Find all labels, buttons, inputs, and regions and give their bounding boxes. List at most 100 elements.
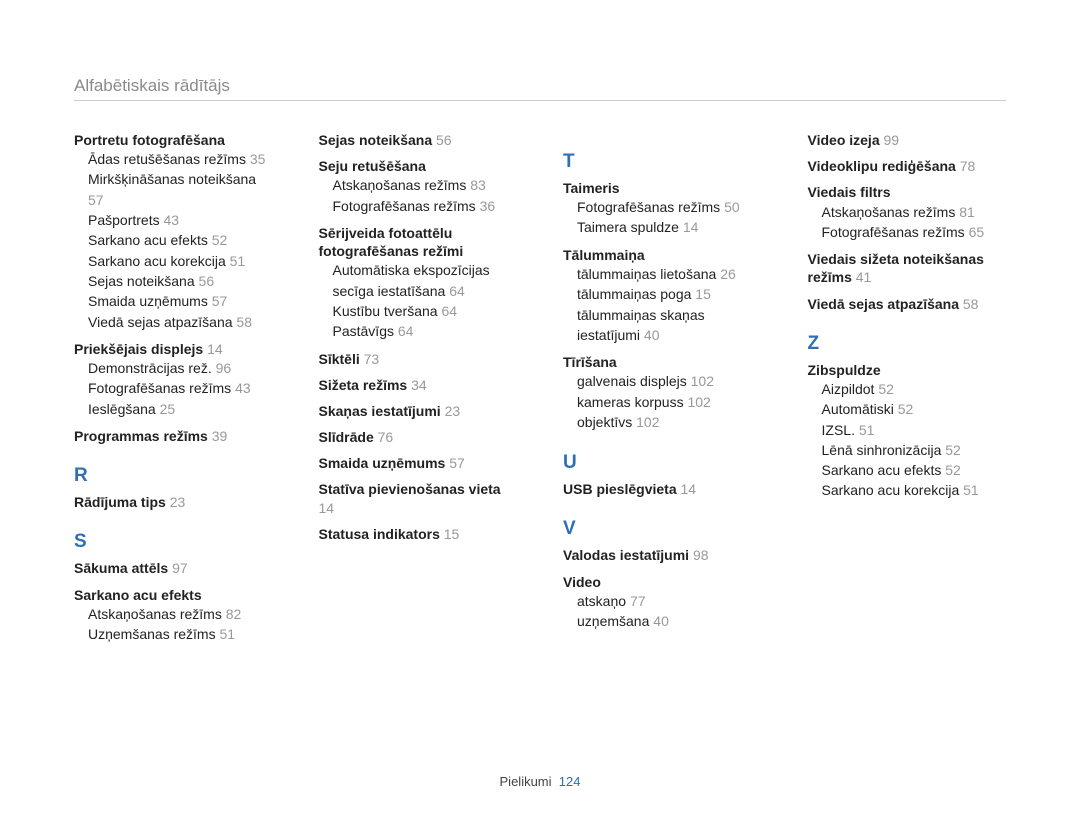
index-subentry-title: Atskaņošanas režīms bbox=[822, 204, 956, 220]
index-subentry[interactable]: Sarkano acu efekts 52 bbox=[74, 230, 273, 250]
index-subentry[interactable]: Atskaņošanas režīms 81 bbox=[808, 202, 1007, 222]
index-subentry-title: Sarkano acu korekcija bbox=[822, 482, 960, 498]
index-subentry[interactable]: Demonstrācijas rež. 96 bbox=[74, 358, 273, 378]
index-entry-head[interactable]: Smaida uzņēmums 57 bbox=[319, 454, 518, 472]
index-subentry-title: tālummaiņas skaņas iestatījumi bbox=[577, 307, 705, 343]
index-subentry-page: 83 bbox=[470, 177, 486, 193]
index-entry-head[interactable]: Valodas iestatījumi 98 bbox=[563, 546, 762, 564]
index-entry-page: 14 bbox=[319, 500, 335, 516]
index-entry-head[interactable]: Priekšējais displejs 14 bbox=[74, 340, 273, 358]
index-subentry-page: 43 bbox=[163, 212, 179, 228]
index-subentry[interactable]: tālummaiņas poga 15 bbox=[563, 284, 762, 304]
index-entry-head[interactable]: Sarkano acu efekts bbox=[74, 586, 273, 604]
index-entry-head[interactable]: Sejas noteikšana 56 bbox=[319, 131, 518, 149]
index-subentry[interactable]: objektīvs 102 bbox=[563, 412, 762, 432]
index-entry-head[interactable]: Rādījuma tips 23 bbox=[74, 493, 273, 511]
index-entry-head[interactable]: Sižeta režīms 34 bbox=[319, 376, 518, 394]
index-entry-head[interactable]: Video bbox=[563, 573, 762, 591]
index-entry-head[interactable]: Taimeris bbox=[563, 179, 762, 197]
index-subentry[interactable]: Taimera spuldze 14 bbox=[563, 217, 762, 237]
index-subentry-page: 36 bbox=[480, 198, 496, 214]
index-entry-head[interactable]: USB pieslēgvieta 14 bbox=[563, 480, 762, 498]
index-subentry[interactable]: Sarkano acu korekcija 51 bbox=[74, 251, 273, 271]
index-subentry[interactable]: Ādas retušēšanas režīms 35 bbox=[74, 149, 273, 169]
index-subentry-page: 64 bbox=[398, 323, 414, 339]
index-subentry[interactable]: Pašportrets 43 bbox=[74, 210, 273, 230]
section-letter: V bbox=[563, 518, 762, 540]
index-subentry[interactable]: Sarkano acu efekts 52 bbox=[808, 460, 1007, 480]
index-subentry[interactable]: tālummaiņas skaņas iestatījumi 40 bbox=[563, 305, 762, 346]
index-subentry-page: 50 bbox=[724, 199, 740, 215]
index-entry-head[interactable]: Video izeja 99 bbox=[808, 131, 1007, 149]
index-entry: Viedā sejas atpazīšana 58 bbox=[808, 295, 1007, 313]
index-subentry[interactable]: Fotografēšanas režīms 65 bbox=[808, 222, 1007, 242]
index-subentry-title: Fotografēšanas režīms bbox=[577, 199, 720, 215]
index-entry-title: Videoklipu rediģēšana bbox=[808, 158, 956, 174]
index-entry-head[interactable]: Viedā sejas atpazīšana 58 bbox=[808, 295, 1007, 313]
index-subentry[interactable]: kameras korpuss 102 bbox=[563, 392, 762, 412]
index-entry-head[interactable]: Sērijveida fotoattēlu fotografēšanas rež… bbox=[319, 224, 518, 260]
index-subentry[interactable]: Fotografēšanas režīms 36 bbox=[319, 196, 518, 216]
index-entry-head[interactable]: Statīva pievienošanas vieta 14 bbox=[319, 480, 518, 516]
index-subentry[interactable]: Aizpildot 52 bbox=[808, 379, 1007, 399]
index-entry-head[interactable]: Viedais sižeta noteikšanas režīms 41 bbox=[808, 250, 1007, 286]
index-entry-head[interactable]: Skaņas iestatījumi 23 bbox=[319, 402, 518, 420]
index-subentry-title: Uzņemšanas režīms bbox=[88, 626, 216, 642]
index-subentry[interactable]: galvenais displejs 102 bbox=[563, 371, 762, 391]
index-subentry-title: Automātiski bbox=[822, 401, 894, 417]
index-subentry[interactable]: tālummaiņas lietošana 26 bbox=[563, 264, 762, 284]
index-subentry[interactable]: Ieslēgšana 25 bbox=[74, 399, 273, 419]
index-subentry[interactable]: Automātiska ekspozīcijas secīga iestatīš… bbox=[319, 260, 518, 301]
index-subentry-title: Atskaņošanas režīms bbox=[333, 177, 467, 193]
index-entry-head[interactable]: Programmas režīms 39 bbox=[74, 427, 273, 445]
index-entry-head[interactable]: Viedais filtrs bbox=[808, 183, 1007, 201]
index-subentry[interactable]: Kustību tveršana 64 bbox=[319, 301, 518, 321]
footer-page: 124 bbox=[559, 774, 581, 789]
index-subentry-title: Ieslēgšana bbox=[88, 401, 156, 417]
index-entry-head[interactable]: Videoklipu rediģēšana 78 bbox=[808, 157, 1007, 175]
index-subentry[interactable]: Atskaņošanas režīms 83 bbox=[319, 175, 518, 195]
section-letter: T bbox=[563, 151, 762, 173]
index-entry: Portretu fotografēšanaĀdas retušēšanas r… bbox=[74, 131, 273, 332]
index-subentry-title: Ādas retušēšanas režīms bbox=[88, 151, 246, 167]
index-subentry-title: Fotografēšanas režīms bbox=[333, 198, 476, 214]
index-subentry-title: Kustību tveršana bbox=[333, 303, 438, 319]
index-subentry-page: 14 bbox=[683, 219, 699, 235]
index-subentry-page: 56 bbox=[199, 273, 215, 289]
index-entry-head[interactable]: Statusa indikators 15 bbox=[319, 525, 518, 543]
index-subentry[interactable]: Automātiski 52 bbox=[808, 399, 1007, 419]
index-subentry[interactable]: Uzņemšanas režīms 51 bbox=[74, 624, 273, 644]
index-entry-page: 57 bbox=[449, 455, 465, 471]
index-entry-head[interactable]: Sīktēli 73 bbox=[319, 350, 518, 368]
index-entry-head[interactable]: Zibspuldze bbox=[808, 361, 1007, 379]
index-subentry[interactable]: Smaida uzņēmums 57 bbox=[74, 291, 273, 311]
index-subentry[interactable]: Fotografēšanas režīms 43 bbox=[74, 378, 273, 398]
index-entry-head[interactable]: Slīdrāde 76 bbox=[319, 428, 518, 446]
index-subentry[interactable]: Sejas noteikšana 56 bbox=[74, 271, 273, 291]
index-entry-title: Tālummaiņa bbox=[563, 247, 645, 263]
index-subentry-page: 52 bbox=[898, 401, 914, 417]
index-subentry[interactable]: Sarkano acu korekcija 51 bbox=[808, 480, 1007, 500]
index-subentry[interactable]: Mirkšķināšanas noteikšana 57 bbox=[74, 169, 273, 210]
index-entry-head[interactable]: Tīrīšana bbox=[563, 353, 762, 371]
index-subentry[interactable]: Atskaņošanas režīms 82 bbox=[74, 604, 273, 624]
index-subentry[interactable]: Fotografēšanas režīms 50 bbox=[563, 197, 762, 217]
index-subentry-title: Pastāvīgs bbox=[333, 323, 394, 339]
index-subentry-title: Automātiska ekspozīcijas secīga iestatīš… bbox=[333, 262, 490, 298]
index-subentry[interactable]: Pastāvīgs 64 bbox=[319, 321, 518, 341]
index-subentry[interactable]: IZSL. 51 bbox=[808, 420, 1007, 440]
index-entry: Videoatskaņo 77uzņemšana 40 bbox=[563, 573, 762, 632]
index-subentry[interactable]: uzņemšana 40 bbox=[563, 611, 762, 631]
index-entry-head[interactable]: Sākuma attēls 97 bbox=[74, 559, 273, 577]
index-subentry[interactable]: Viedā sejas atpazīšana 58 bbox=[74, 312, 273, 332]
index-entry-head[interactable]: Tālummaiņa bbox=[563, 246, 762, 264]
index-entry-head[interactable]: Seju retušēšana bbox=[319, 157, 518, 175]
index-subentry[interactable]: Lēnā sinhronizācija 52 bbox=[808, 440, 1007, 460]
index-subentry-page: 64 bbox=[441, 303, 457, 319]
index-entry-head[interactable]: Portretu fotografēšana bbox=[74, 131, 273, 149]
index-entry: Sarkano acu efektsAtskaņošanas režīms 82… bbox=[74, 586, 273, 645]
index-subentry[interactable]: atskaņo 77 bbox=[563, 591, 762, 611]
index-column: Video izeja 99Videoklipu rediģēšana 78Vi… bbox=[808, 131, 1007, 652]
index-entry: Sērijveida fotoattēlu fotografēšanas rež… bbox=[319, 224, 518, 342]
index-subentry-page: 35 bbox=[250, 151, 266, 167]
